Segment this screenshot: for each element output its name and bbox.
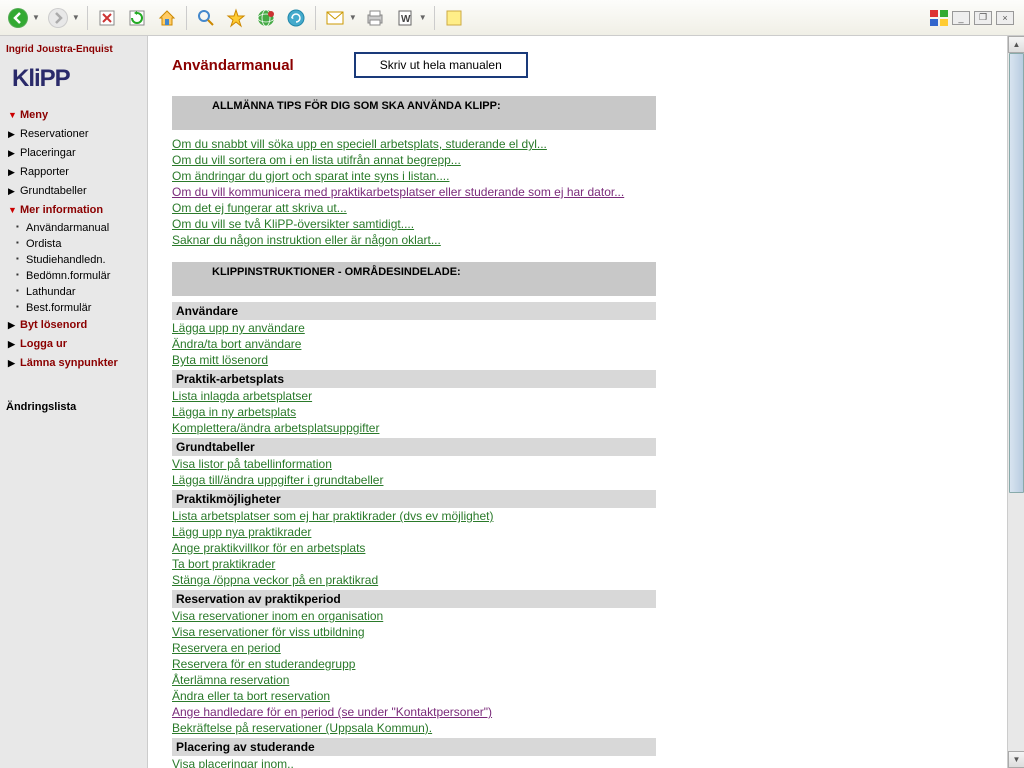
page-title: Användarmanual bbox=[172, 57, 294, 74]
globe-button[interactable] bbox=[252, 4, 280, 32]
search-button[interactable] bbox=[192, 4, 220, 32]
changelog-link[interactable]: Ändringslista bbox=[6, 401, 141, 413]
instruction-link[interactable]: Lista arbetsplatser som ej har praktikra… bbox=[172, 508, 493, 524]
section-tips-header: ALLMÄNNA TIPS FÖR DIG SOM SKA ANVÄNDA KL… bbox=[172, 96, 656, 130]
app-logo: KliPP bbox=[6, 65, 141, 93]
forward-button[interactable] bbox=[44, 4, 72, 32]
instruction-link[interactable]: Lägga in ny arbetsplats bbox=[172, 404, 296, 420]
instruction-link[interactable]: Reservera för en studerandegrupp bbox=[172, 656, 355, 672]
group-header: Praktikmöjligheter bbox=[172, 490, 656, 508]
group-header: Placering av studerande bbox=[172, 738, 656, 756]
group-header: Reservation av praktikperiod bbox=[172, 590, 656, 608]
print-manual-button[interactable]: Skriv ut hela manualen bbox=[354, 52, 528, 78]
instruction-link[interactable]: Ange handledare för en period (se under … bbox=[172, 704, 492, 720]
instruction-link[interactable]: Lägg upp nya praktikrader bbox=[172, 524, 311, 540]
nav-rapporter[interactable]: ▶Rapporter bbox=[6, 164, 141, 180]
instruction-link[interactable]: Lista inlagda arbetsplatser bbox=[172, 388, 312, 404]
tip-link[interactable]: Om du vill se två KliPP-översikter samti… bbox=[172, 216, 414, 232]
instruction-link[interactable]: Återlämna reservation bbox=[172, 672, 289, 688]
instruction-link[interactable]: Ange praktikvillkor för en arbetsplats bbox=[172, 540, 365, 556]
back-button[interactable] bbox=[4, 4, 32, 32]
nav-lamna-synpunkter[interactable]: ▶Lämna synpunkter bbox=[6, 355, 141, 371]
tip-link[interactable]: Om ändringar du gjort och sparat inte sy… bbox=[172, 168, 449, 184]
nav-placeringar[interactable]: ▶Placeringar bbox=[6, 145, 141, 161]
sub-bestformular[interactable]: Best.formulär bbox=[6, 301, 141, 315]
forward-dropdown[interactable]: ▼ bbox=[72, 13, 80, 22]
history-button[interactable] bbox=[282, 4, 310, 32]
tip-link[interactable]: Om du vill sortera om i en lista utifrån… bbox=[172, 152, 461, 168]
refresh-button[interactable] bbox=[123, 4, 151, 32]
mail-dropdown[interactable]: ▼ bbox=[349, 13, 357, 22]
instruction-link[interactable]: Ändra eller ta bort reservation bbox=[172, 688, 330, 704]
note-button[interactable] bbox=[440, 4, 468, 32]
scroll-up-button[interactable]: ▲ bbox=[1008, 36, 1024, 53]
instruction-link[interactable]: Visa reservationer för viss utbildning bbox=[172, 624, 365, 640]
instruction-link[interactable]: Komplettera/ändra arbetsplatsuppgifter bbox=[172, 420, 379, 436]
nav-grundtabeller[interactable]: ▶Grundtabeller bbox=[6, 183, 141, 199]
sub-ordista[interactable]: Ordista bbox=[6, 237, 141, 251]
tip-link[interactable]: Om det ej fungerar att skriva ut... bbox=[172, 200, 347, 216]
close-button[interactable]: × bbox=[996, 11, 1014, 25]
back-dropdown[interactable]: ▼ bbox=[32, 13, 40, 22]
print-button[interactable] bbox=[361, 4, 389, 32]
restore-button[interactable]: ❐ bbox=[974, 11, 992, 25]
sub-lathundar[interactable]: Lathundar bbox=[6, 285, 141, 299]
instruction-link[interactable]: Visa placeringar inom.. bbox=[172, 756, 294, 768]
stop-button[interactable] bbox=[93, 4, 121, 32]
group-header: Användare bbox=[172, 302, 656, 320]
instruction-link[interactable]: Visa listor på tabellinformation bbox=[172, 456, 332, 472]
nav-reservationer[interactable]: ▶Reservationer bbox=[6, 126, 141, 142]
mail-button[interactable] bbox=[321, 4, 349, 32]
instruction-link[interactable]: Stänga /öppna veckor på en praktikrad bbox=[172, 572, 378, 588]
instruction-link[interactable]: Reservera en period bbox=[172, 640, 281, 656]
sub-anvandarmanual[interactable]: Användarmanual bbox=[6, 221, 141, 235]
instruction-link[interactable]: Bekräftelse på reservationer (Uppsala Ko… bbox=[172, 720, 432, 736]
instruction-link[interactable]: Visa reservationer inom en organisation bbox=[172, 608, 383, 624]
browser-toolbar: ▼ ▼ ▼ W ▼ _ ❐ × bbox=[0, 0, 1024, 36]
nav-logga-ur[interactable]: ▶Logga ur bbox=[6, 336, 141, 352]
username: Ingrid Joustra-Enquist bbox=[6, 44, 141, 55]
sub-studiehandledn[interactable]: Studiehandledn. bbox=[6, 253, 141, 267]
favorites-button[interactable] bbox=[222, 4, 250, 32]
nav-byt-losenord[interactable]: ▶Byt lösenord bbox=[6, 317, 141, 333]
home-button[interactable] bbox=[153, 4, 181, 32]
section-instructions-header: KLIPPINSTRUKTIONER - OMRÅDESINDELADE: bbox=[172, 262, 656, 296]
sidebar: Ingrid Joustra-Enquist KliPP ▼Meny ▶Rese… bbox=[0, 36, 148, 768]
group-header: Grundtabeller bbox=[172, 438, 656, 456]
windows-logo-icon bbox=[930, 10, 948, 26]
main-content: Användarmanual Skriv ut hela manualen AL… bbox=[148, 36, 1024, 768]
tip-link[interactable]: Om du vill kommunicera med praktikarbets… bbox=[172, 184, 624, 200]
scroll-down-button[interactable]: ▼ bbox=[1008, 751, 1024, 768]
sub-bedomn[interactable]: Bedömn.formulär bbox=[6, 269, 141, 283]
tip-link[interactable]: Om du snabbt vill söka upp en speciell a… bbox=[172, 136, 547, 152]
nav-more-info[interactable]: ▼Mer information bbox=[6, 202, 141, 218]
instruction-link[interactable]: Ändra/ta bort användare bbox=[172, 336, 301, 352]
minimize-button[interactable]: _ bbox=[952, 11, 970, 25]
instruction-link[interactable]: Lägga till/ändra uppgifter i grundtabell… bbox=[172, 472, 383, 488]
svg-text:W: W bbox=[401, 14, 411, 25]
instruction-link[interactable]: Lägga upp ny användare bbox=[172, 320, 305, 336]
vertical-scrollbar[interactable]: ▲ ▼ bbox=[1007, 36, 1024, 768]
tip-link[interactable]: Saknar du någon instruktion eller är någ… bbox=[172, 232, 441, 248]
edit-button[interactable]: W bbox=[391, 4, 419, 32]
edit-dropdown[interactable]: ▼ bbox=[419, 13, 427, 22]
nav-menu[interactable]: ▼Meny bbox=[6, 107, 141, 123]
instruction-link[interactable]: Byta mitt lösenord bbox=[172, 352, 268, 368]
group-header: Praktik-arbetsplats bbox=[172, 370, 656, 388]
scroll-thumb[interactable] bbox=[1009, 53, 1024, 493]
instruction-link[interactable]: Ta bort praktikrader bbox=[172, 556, 275, 572]
